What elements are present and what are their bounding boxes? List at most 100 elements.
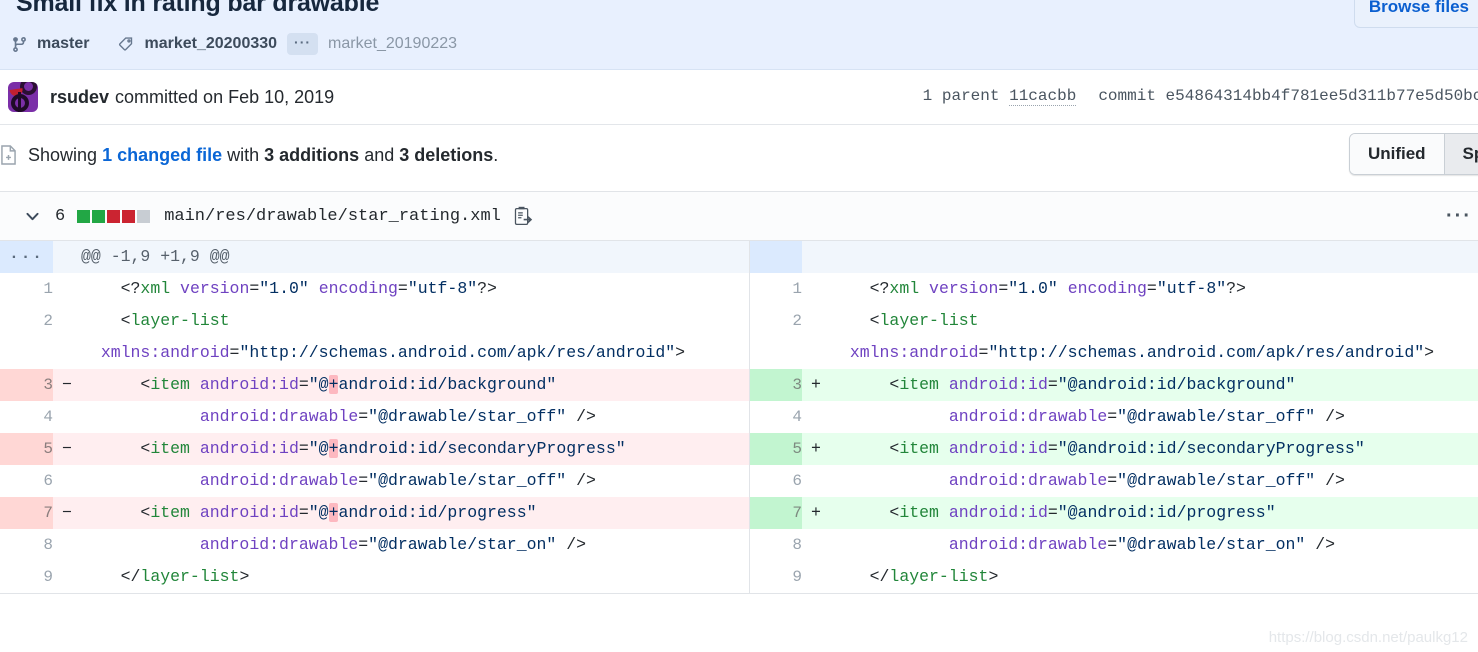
line-number-left[interactable]: 7 xyxy=(0,497,53,529)
diff-row: xmlns:android="http://schemas.android.co… xyxy=(0,337,1478,369)
commit-diff-page: Small fix in rating bar drawable Browse … xyxy=(0,0,1478,652)
diffstat-block-none xyxy=(137,209,151,223)
line-number-left[interactable]: 6 xyxy=(0,465,53,497)
author-name[interactable]: rsudev xyxy=(50,87,109,108)
page-title: Small fix in rating bar drawable xyxy=(16,0,380,17)
avatar[interactable] xyxy=(8,82,38,112)
diff-row: 7− <item android:id="@+android:id/progre… xyxy=(0,497,1478,529)
diff-row: 6 android:drawable="@drawable/star_off" … xyxy=(0,465,1478,497)
tag-secondary[interactable]: market_20190223 xyxy=(328,35,457,53)
file-diff-icon xyxy=(0,143,20,167)
parent-label: 1 parent xyxy=(922,87,1000,105)
diff-row: 5− <item android:id="@+android:id/second… xyxy=(0,433,1478,465)
diff-summary-text: Showing 1 changed file with 3 additions … xyxy=(0,143,498,167)
code-line-left[interactable]: android:drawable="@drawable/star_off" /> xyxy=(81,465,749,497)
diffstat-block-add xyxy=(77,209,91,223)
and-label: and xyxy=(364,144,395,165)
diff-marker-left xyxy=(53,561,81,593)
diff-row: 2 <layer-list 2 <layer-list xyxy=(0,305,1478,337)
line-number-right[interactable]: 2 xyxy=(748,305,802,337)
diff-marker-right xyxy=(802,529,830,561)
hunk-sign-left xyxy=(53,241,81,273)
code-line-left[interactable]: <item android:id="@+android:id/progress" xyxy=(81,497,749,529)
diff-marker-right xyxy=(802,273,830,305)
unified-view-button[interactable]: Unified xyxy=(1349,134,1444,174)
diff-row: 8 android:drawable="@drawable/star_on" /… xyxy=(0,529,1478,561)
diff-table: ··· @@ -1,9 +1,9 @@ 1 <?xml version="1.0… xyxy=(0,241,1478,593)
browse-files-button[interactable]: Browse files xyxy=(1353,0,1478,28)
diffstat-block-del xyxy=(107,209,121,223)
line-number-right[interactable]: 6 xyxy=(748,465,802,497)
code-line-right[interactable]: android:drawable="@drawable/star_on" /> xyxy=(830,529,1478,561)
parent-sha-link[interactable]: 11cacbb xyxy=(1009,87,1077,106)
line-number-left[interactable]: 5 xyxy=(0,433,53,465)
line-number-right[interactable]: 5 xyxy=(748,433,802,465)
code-line-left[interactable]: android:drawable="@drawable/star_on" /> xyxy=(81,529,749,561)
diff-marker-left xyxy=(53,401,81,433)
code-line-left[interactable]: <item android:id="@+android:id/backgroun… xyxy=(81,369,749,401)
diffstat-blocks xyxy=(77,209,151,223)
line-number-right[interactable]: 4 xyxy=(748,401,802,433)
tags-expand-button[interactable]: ··· xyxy=(287,33,319,55)
code-line-right[interactable]: <item android:id="@android:id/secondaryP… xyxy=(830,433,1478,465)
code-line-left[interactable]: <item android:id="@+android:id/secondary… xyxy=(81,433,749,465)
diff-body: ··· @@ -1,9 +1,9 @@ 1 <?xml version="1.0… xyxy=(0,241,1478,593)
commit-header: Small fix in rating bar drawable Browse … xyxy=(0,0,1478,70)
diff-row: 4 android:drawable="@drawable/star_off" … xyxy=(0,401,1478,433)
file-path[interactable]: main/res/drawable/star_rating.xml xyxy=(164,207,501,226)
line-number-right[interactable]: 9 xyxy=(748,561,802,593)
line-number-left[interactable]: 9 xyxy=(0,561,53,593)
diff-marker-left xyxy=(53,337,81,369)
code-line-right[interactable]: <layer-list xyxy=(830,305,1478,337)
commit-sha-group: 1 parent 11cacbb commit e54864314bb4f781e… xyxy=(922,87,1478,106)
line-number-right[interactable]: 1 xyxy=(748,273,802,305)
diff-row: 9 </layer-list> 9 </layer-list> xyxy=(0,561,1478,593)
code-line-right[interactable]: <item android:id="@android:id/progress" xyxy=(830,497,1478,529)
diff-marker-left xyxy=(53,273,81,305)
additions-count: 3 additions xyxy=(264,144,360,165)
code-line-right[interactable]: <item android:id="@android:id/background… xyxy=(830,369,1478,401)
code-line-right[interactable]: </layer-list> xyxy=(830,561,1478,593)
file-options-menu[interactable]: ··· xyxy=(1446,206,1472,226)
line-number-right[interactable]: 3 xyxy=(748,369,802,401)
diff-marker-right: + xyxy=(802,369,830,401)
hunk-header-row: ··· @@ -1,9 +1,9 @@ xyxy=(0,241,1478,273)
hunk-expand-button[interactable]: ··· xyxy=(0,241,53,273)
hunk-num-right xyxy=(748,241,802,273)
split-view-button[interactable]: Spl xyxy=(1443,134,1478,174)
code-line-right[interactable]: android:drawable="@drawable/star_off" /> xyxy=(830,401,1478,433)
code-line-right[interactable]: <?xml version="1.0" encoding="utf-8"?> xyxy=(830,273,1478,305)
code-line-right[interactable]: android:drawable="@drawable/star_off" /> xyxy=(830,465,1478,497)
line-number-right[interactable]: 8 xyxy=(748,529,802,561)
code-line-right[interactable]: xmlns:android="http://schemas.android.co… xyxy=(830,337,1478,369)
line-number-right[interactable]: 7 xyxy=(748,497,802,529)
line-number-left[interactable] xyxy=(0,337,53,369)
watermark: https://blog.csdn.net/paulkg12 xyxy=(1268,629,1468,646)
diff-summary-row: Showing 1 changed file with 3 additions … xyxy=(0,125,1478,191)
branch-name[interactable]: master xyxy=(37,35,89,53)
code-line-left[interactable]: xmlns:android="http://schemas.android.co… xyxy=(81,337,749,369)
changed-files-link[interactable]: 1 changed file xyxy=(102,145,222,166)
line-number-left[interactable]: 2 xyxy=(0,305,53,337)
showing-label: Showing xyxy=(28,144,98,165)
code-line-left[interactable]: android:drawable="@drawable/star_off" /> xyxy=(81,401,749,433)
line-number-left[interactable]: 3 xyxy=(0,369,53,401)
chevron-down-icon[interactable] xyxy=(24,208,41,225)
tag-primary[interactable]: market_20200330 xyxy=(144,35,277,53)
commit-sha[interactable]: e54864314bb4f781ee5d311b77e5d50bcefd069 xyxy=(1166,87,1478,105)
line-number-left[interactable]: 1 xyxy=(0,273,53,305)
git-branch-icon xyxy=(8,33,30,55)
code-line-left[interactable]: <?xml version="1.0" encoding="utf-8"?> xyxy=(81,273,749,305)
code-line-left[interactable]: <layer-list xyxy=(81,305,749,337)
with-label: with xyxy=(227,144,260,165)
diff-marker-left: − xyxy=(53,433,81,465)
line-number-right[interactable] xyxy=(748,337,802,369)
line-number-left[interactable]: 8 xyxy=(0,529,53,561)
copy-path-icon[interactable] xyxy=(513,206,533,227)
diff-marker-left xyxy=(53,305,81,337)
line-number-left[interactable]: 4 xyxy=(0,401,53,433)
code-line-left[interactable]: </layer-list> xyxy=(81,561,749,593)
diff-marker-left: − xyxy=(53,497,81,529)
diff-marker-left xyxy=(53,529,81,561)
diff-row: 3− <item android:id="@+android:id/backgr… xyxy=(0,369,1478,401)
